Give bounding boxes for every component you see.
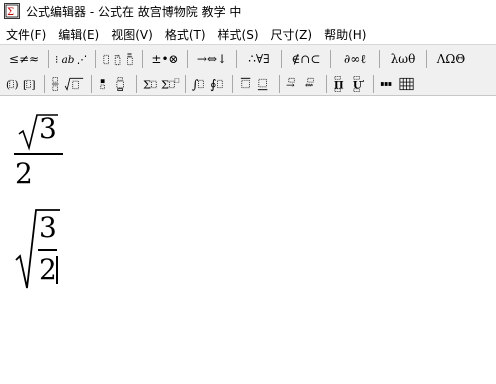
menu-format[interactable]: 格式(T) [159,26,212,43]
logic-palette-button[interactable]: ∴∀∃ [239,49,279,69]
equation-canvas[interactable]: 3 2 3 2 [0,96,496,384]
toolbar-separator [379,50,380,68]
svg-text:Σ: Σ [143,78,151,92]
numerator-3: 3 [39,211,57,244]
misc-symbols-palette-button[interactable]: ∂∞ℓ [333,49,377,69]
toolbar-separator [279,75,280,93]
equation-sqrt-of-3-over-2: 3 2 [12,208,72,292]
toolbar-separator [48,50,49,68]
spaces-ellipses-palette-button[interactable]: ⁝ ab ⋰ [51,49,93,69]
svg-text:∫: ∫ [192,78,199,92]
menu-view[interactable]: 视图(V) [105,26,159,43]
template-palette-row: ( ) [ ] Σ Σ □ ∫ ∮ → ⇜ Π Ư [2,72,420,96]
denominator-2: 2 [15,157,33,190]
matrix-templates-button[interactable] [376,74,420,94]
svg-text:ab: ab [62,54,75,66]
window-title: 公式编辑器 - 公式在 故宫博物院 教学 中 [26,4,242,19]
svg-text:⇜: ⇜ [305,80,314,92]
menu-size[interactable]: 尺寸(Z) [265,26,319,43]
svg-text:(: ( [6,79,10,91]
toolbar-separator [91,75,92,93]
arrows-palette-button[interactable]: →⇔↓ [190,49,234,69]
integral-templates-button[interactable]: ∫ ∮ [188,74,230,94]
operators-palette-button[interactable]: ±•⊗ [145,49,185,69]
fence-templates-button[interactable]: ( ) [ ] [2,74,42,94]
toolbar-separator [142,50,143,68]
labeled-arrow-templates-button[interactable]: → ⇜ [282,74,324,94]
svg-text:⁝: ⁝ [55,54,58,66]
svg-text:]: ] [31,79,35,91]
toolbar-separator [236,50,237,68]
svg-text:Π: Π [334,80,344,92]
svg-text:∮: ∮ [210,78,216,92]
toolbar-separator [95,50,96,68]
menu-edit[interactable]: 编辑(E) [52,26,105,43]
symbol-template-toolbar: ≤≠≈ ⁝ ab ⋰ → ≡ ±•⊗ →⇔↓ ∴∀∃ ∉∩⊂ ∂∞ℓ λωθ Λ… [0,44,496,96]
relations-palette-button[interactable]: ≤≠≈ [2,49,46,69]
fraction-radical-templates-button[interactable] [47,74,89,94]
svg-text:[: [ [23,79,27,91]
toolbar-separator [185,75,186,93]
svg-text:Σ: Σ [7,7,14,18]
svg-text:→: → [286,80,295,92]
text-cursor [56,256,58,284]
fraction-bar [38,249,57,251]
symbol-palette-row: ≤≠≈ ⁝ ab ⋰ → ≡ ±•⊗ →⇔↓ ∴∀∃ ∉∩⊂ ∂∞ℓ λωθ Λ… [2,47,473,71]
set-theory-palette-button[interactable]: ∉∩⊂ [284,49,328,69]
subscript-superscript-templates-button[interactable] [94,74,134,94]
toolbar-separator [330,50,331,68]
menu-help[interactable]: 帮助(H) [318,26,372,43]
menu-bar: 文件(F) 编辑(E) 视图(V) 格式(T) 样式(S) 尺寸(Z) 帮助(H… [0,24,496,44]
menu-style[interactable]: 样式(S) [212,26,265,43]
toolbar-separator [136,75,137,93]
denominator-2: 2 [39,253,57,286]
greek-lowercase-palette-button[interactable]: λωθ [382,49,424,69]
embellishments-palette-button[interactable]: → ≡ [98,49,140,69]
toolbar-separator [232,75,233,93]
equation-sqrt3-over-2: 3 2 [12,112,66,192]
greek-uppercase-palette-button[interactable]: ΛΩΘ [429,49,473,69]
svg-text:Σ: Σ [161,78,169,92]
underbar-overbar-templates-button[interactable] [235,74,277,94]
equation-editor-app-icon: Σ [4,3,20,19]
toolbar-separator [44,75,45,93]
summation-templates-button[interactable]: Σ Σ □ [139,74,183,94]
menu-file[interactable]: 文件(F) [0,26,52,43]
toolbar-separator [281,50,282,68]
svg-text:□: □ [174,78,179,84]
svg-text:): ) [14,79,18,91]
title-bar: Σ 公式编辑器 - 公式在 故宫博物院 教学 中 [0,0,496,22]
toolbar-separator [187,50,188,68]
svg-text:Ư: Ư [353,79,364,92]
toolbar-separator [373,75,374,93]
svg-text:⋰: ⋰ [77,54,87,66]
svg-text:≡: ≡ [127,51,133,59]
products-set-templates-button[interactable]: Π Ư [329,74,371,94]
toolbar-separator [326,75,327,93]
fraction-bar [14,153,63,155]
toolbar-separator [426,50,427,68]
radicand-3: 3 [39,112,57,145]
